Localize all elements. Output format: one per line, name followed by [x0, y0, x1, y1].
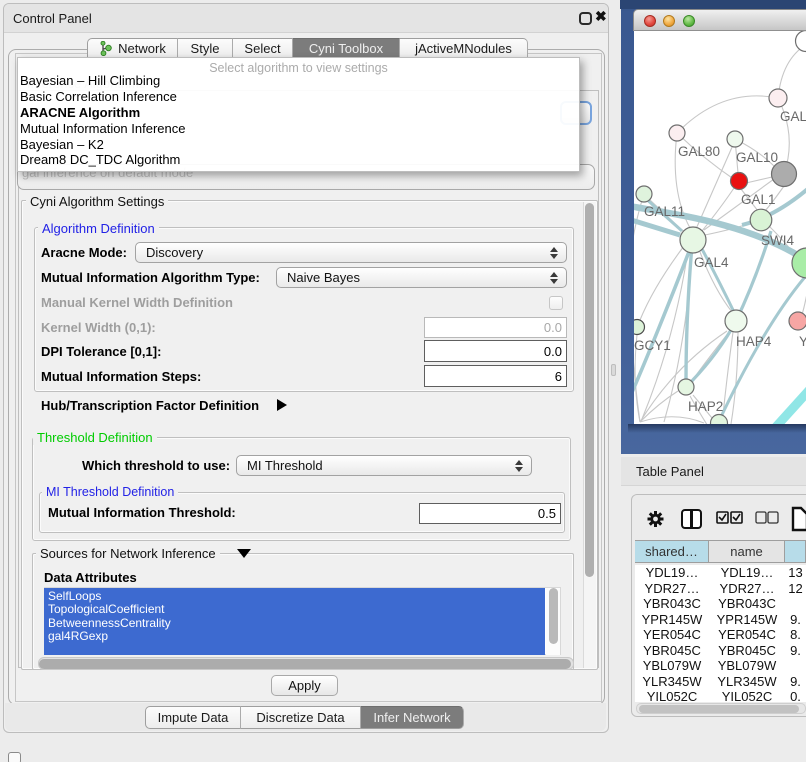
svg-text:GAL7: GAL7	[780, 109, 806, 124]
svg-text:HAP4: HAP4	[736, 334, 772, 349]
svg-text:GAL1: GAL1	[741, 192, 776, 207]
svg-text:GAL11: GAL11	[644, 204, 685, 219]
svg-text:GAL10: GAL10	[736, 150, 778, 165]
svg-text:GAL80: GAL80	[678, 144, 720, 159]
svg-text:GAL4: GAL4	[694, 255, 729, 270]
svg-text:HAP2: HAP2	[688, 399, 723, 414]
svg-text:Y: Y	[799, 334, 806, 349]
svg-text:GCY1: GCY1	[634, 338, 671, 353]
svg-text:SWI4: SWI4	[761, 233, 794, 248]
